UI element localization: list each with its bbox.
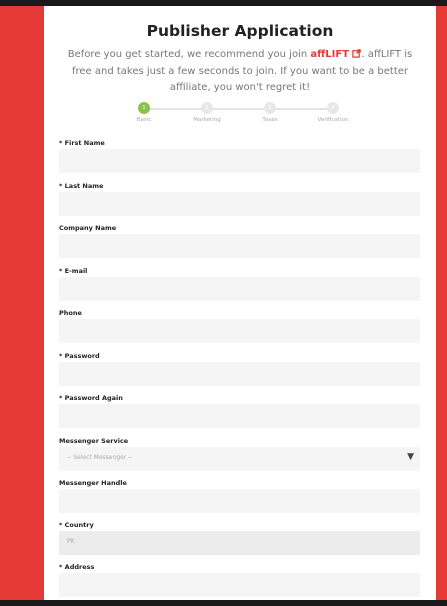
first-name-label: * First Name: [59, 139, 105, 147]
company-name-field[interactable]: [59, 234, 420, 258]
step-dot: 4: [327, 102, 339, 114]
last-name-field[interactable]: [59, 192, 420, 216]
step-basic: 1 Basic: [114, 102, 174, 123]
address-label: * Address: [59, 563, 95, 571]
first-name-group: * First Name: [59, 139, 420, 173]
password-label: * Password: [59, 352, 100, 360]
step-taxes: 3 Taxes: [240, 102, 300, 123]
company-name-group: Company Name: [59, 224, 420, 258]
password-again-label: * Password Again: [59, 394, 123, 402]
email-field[interactable]: [59, 277, 420, 301]
email-label: * E-mail: [59, 267, 88, 275]
page-title: Publisher Application: [146, 22, 334, 40]
phone-field[interactable]: [59, 319, 420, 343]
company-name-label: Company Name: [59, 224, 117, 232]
last-name-group: * Last Name: [59, 182, 420, 216]
country-field[interactable]: PK: [59, 531, 420, 555]
password-field[interactable]: [59, 362, 420, 386]
messenger-service-selected: -- Select Messenger --: [67, 454, 133, 461]
last-name-label: * Last Name: [59, 182, 104, 190]
progress-steps: 1 Basic 2 Marketing 3 Taxes 4 Verificati…: [114, 102, 364, 132]
step-dot: 2: [201, 102, 213, 114]
messenger-handle-label: Messenger Handle: [59, 479, 127, 487]
step-label: Verification: [317, 117, 349, 123]
phone-group: Phone: [59, 309, 420, 343]
messenger-handle-group: Messenger Handle: [59, 479, 420, 513]
country-label: * Country: [59, 521, 94, 529]
caret-down-icon: ▼: [407, 452, 414, 462]
messenger-handle-field[interactable]: [59, 489, 420, 513]
address-group: * Address: [59, 563, 420, 597]
email-group: * E-mail: [59, 267, 420, 301]
step-marketing: 2 Marketing: [177, 102, 237, 123]
country-value: PK: [67, 538, 75, 545]
messenger-service-select[interactable]: -- Select Messenger -- ▼: [59, 447, 420, 471]
address-field[interactable]: [59, 573, 420, 597]
messenger-service-label: Messenger Service: [59, 437, 129, 445]
phone-label: Phone: [59, 309, 82, 317]
step-label: Taxes: [262, 117, 278, 123]
afflift-link[interactable]: affLIFT: [310, 49, 362, 60]
intro-before: Before you get started, we recommend you…: [67, 49, 311, 60]
bottom-bar: [0, 600, 447, 606]
afflift-link-label: affLIFT: [310, 49, 349, 60]
password-again-group: * Password Again: [59, 394, 420, 428]
step-dot: 1: [138, 102, 150, 114]
password-group: * Password: [59, 352, 420, 386]
step-dot: 3: [264, 102, 276, 114]
messenger-service-group: Messenger Service -- Select Messenger --…: [59, 437, 420, 471]
step-label: Marketing: [193, 117, 221, 123]
step-verification: 4 Verification: [303, 102, 363, 123]
first-name-field[interactable]: [59, 149, 420, 173]
application-card: Publisher Application Before you get sta…: [44, 6, 436, 600]
country-group: * Country PK: [59, 521, 420, 555]
password-again-field[interactable]: [59, 404, 420, 428]
intro-text: Before you get started, we recommend you…: [60, 47, 420, 97]
step-label: Basic: [136, 117, 152, 123]
